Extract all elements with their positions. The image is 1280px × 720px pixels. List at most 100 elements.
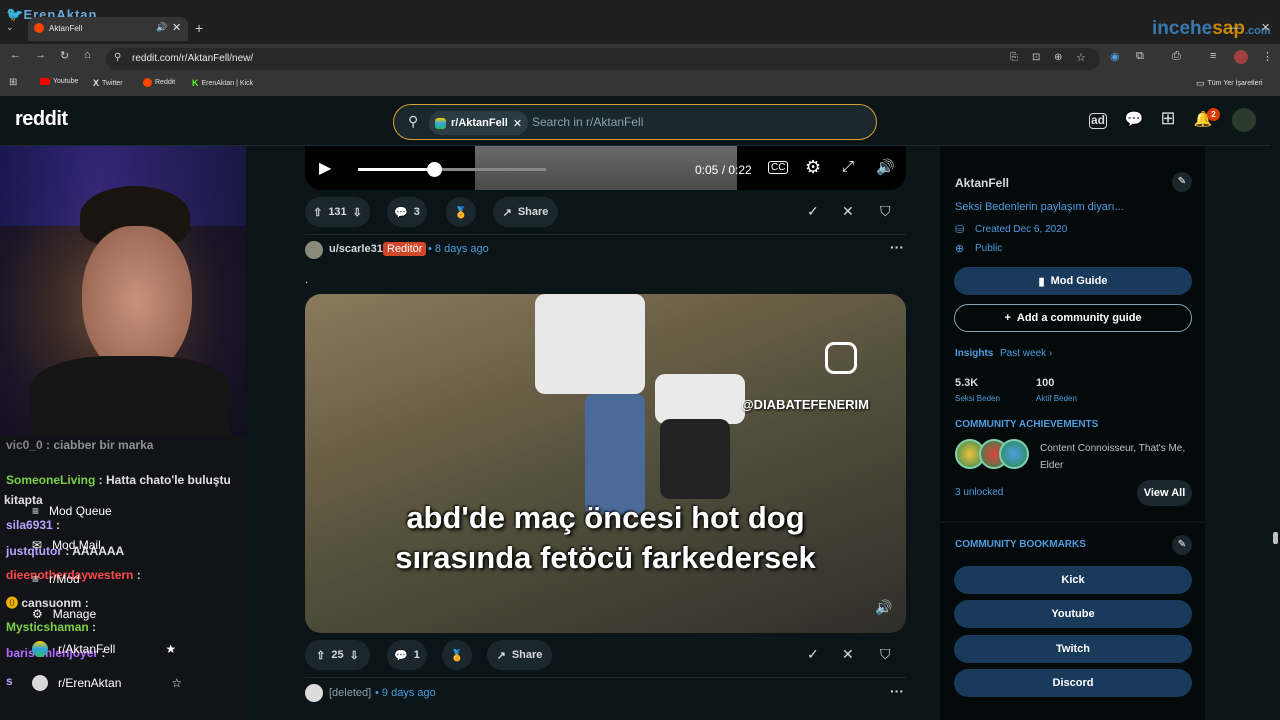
all-bookmarks[interactable]: ▭ Tüm Yer İşaretleri: [1196, 78, 1262, 89]
post1-vote[interactable]: ⇧ 131 ⇩: [305, 197, 370, 227]
play-icon[interactable]: ▶: [319, 158, 331, 178]
community-description: Seksi Bedenlerin paylaşım diyarı...: [955, 201, 1124, 213]
forward-icon[interactable]: →: [35, 49, 46, 61]
advertise-icon[interactable]: ad: [1089, 113, 1107, 129]
insights-period[interactable]: Past week ›: [1000, 348, 1052, 359]
youtube-icon: [40, 78, 50, 85]
post2-video[interactable]: @DIABATEFENERIM abd'de maç öncesi hot do…: [305, 294, 906, 633]
reading-list-icon[interactable]: ≡: [1210, 50, 1216, 62]
chat-message: s: [6, 674, 13, 688]
tab-list-icon[interactable]: ⌄: [6, 22, 14, 33]
reddit-logo[interactable]: reddit: [15, 108, 68, 131]
nav-mod-mail[interactable]: ✉ Mod Mail: [32, 538, 101, 552]
post2-author[interactable]: u/scarle31: [329, 243, 383, 255]
post2-author-avatar[interactable]: [305, 241, 323, 259]
close-tab-icon[interactable]: ✕: [172, 21, 181, 34]
printer-icon[interactable]: ⎙: [1172, 50, 1181, 63]
user-avatar[interactable]: [1232, 108, 1256, 132]
approve-check-icon[interactable]: ✓: [807, 203, 819, 220]
new-tab-button[interactable]: +: [195, 20, 203, 36]
address-bar[interactable]: ⚲ reddit.com/r/AktanFell/new/ ⎘ ⊡ ⊕ ☆: [106, 48, 1100, 70]
share-icon: ↗: [496, 649, 506, 662]
search-bar[interactable]: ⚲ r/AktanFell ✕ Search in r/AktanFell: [393, 104, 877, 140]
browser-tab[interactable]: AktanFell 🔊 ✕: [28, 17, 188, 41]
extension-icon[interactable]: ◉: [1110, 50, 1120, 63]
puzzle-icon[interactable]: ⧉: [1136, 50, 1144, 63]
site-info-icon[interactable]: ⚲: [114, 52, 121, 63]
mod-guide-button[interactable]: ▮ Mod Guide: [954, 267, 1192, 295]
bookmark-reddit[interactable]: Reddit: [143, 78, 175, 87]
downvote-icon[interactable]: ⇩: [353, 206, 362, 219]
upvote-icon[interactable]: ⇧: [313, 206, 322, 219]
bookmarks-bar: ⊞ Youtube X Twitter Reddit K ErenAktan | K…: [0, 72, 1280, 96]
favorite-star-outline-icon[interactable]: ☆: [171, 676, 182, 690]
minimize-icon[interactable]: —: [1230, 22, 1241, 34]
mod-shield-icon[interactable]: ⛉: [880, 646, 891, 663]
bookmark-star-icon[interactable]: ☆: [1076, 51, 1086, 64]
nav-manage[interactable]: ⚙ Manage: [32, 607, 96, 621]
bookmark-link-kick[interactable]: Kick: [954, 566, 1192, 594]
post3-more-options-icon[interactable]: ···: [890, 683, 904, 699]
install-icon[interactable]: ⊡: [1032, 52, 1040, 63]
bookmark-kick[interactable]: K ErenAktan | Kick: [192, 78, 253, 88]
chip-close-icon[interactable]: ✕: [513, 117, 522, 130]
nav-r-mod[interactable]: ≡ r/Mod: [32, 572, 80, 586]
scrollbar-thumb[interactable]: [1273, 532, 1278, 544]
fullscreen-icon[interactable]: ⤢: [842, 158, 854, 175]
nav-community-erenaktan[interactable]: r/ErenAktan ☆: [32, 675, 182, 691]
home-icon[interactable]: ⌂: [84, 49, 91, 61]
bookmark-youtube[interactable]: Youtube: [40, 78, 78, 85]
nav-mod-queue[interactable]: ≡ Mod Queue: [32, 504, 112, 518]
mod-queue-icon: ≡: [32, 504, 40, 518]
nav-community-aktanfell[interactable]: r/AktanFell ★: [32, 641, 176, 657]
bookmark-link-youtube[interactable]: Youtube: [954, 600, 1192, 628]
translate-icon[interactable]: ⎘: [1010, 52, 1018, 63]
progress-track[interactable]: [434, 168, 546, 171]
post2-comments-button[interactable]: 💬 1: [387, 640, 427, 670]
mod-shield-icon[interactable]: ⛉: [880, 203, 891, 220]
volume-icon[interactable]: 🔊: [876, 158, 895, 176]
url-text: reddit.com/r/AktanFell/new/: [132, 53, 254, 64]
chat-icon[interactable]: 💬: [1123, 110, 1145, 132]
bookmark-twitter[interactable]: X Twitter: [93, 78, 123, 88]
instagram-icon: [825, 342, 857, 374]
post2-more-options-icon[interactable]: ···: [890, 239, 904, 255]
bookmark-link-discord[interactable]: Discord: [954, 669, 1192, 697]
add-community-guide-button[interactable]: + Add a community guide: [954, 304, 1192, 332]
upvote-icon[interactable]: ⇧: [316, 649, 325, 662]
post2-share-button[interactable]: ↗ Share: [487, 640, 552, 670]
post1-share-button[interactable]: ↗ Share: [493, 197, 558, 227]
favorite-star-filled-icon[interactable]: ★: [165, 642, 176, 656]
insights-label[interactable]: Insights: [955, 348, 993, 359]
edit-pencil-icon[interactable]: ✎: [1172, 172, 1192, 192]
post2-award-button[interactable]: 🏅: [442, 640, 472, 670]
remove-x-icon[interactable]: ✕: [842, 646, 854, 663]
zoom-icon[interactable]: ⊕: [1054, 52, 1062, 63]
view-all-button[interactable]: View All: [1137, 480, 1192, 506]
post1-video-player[interactable]: ▶ 0:05 / 0:22 CC ⚙ ⤢ 🔊: [305, 146, 906, 190]
remove-x-icon[interactable]: ✕: [842, 203, 854, 220]
edit-bookmarks-pencil-icon[interactable]: ✎: [1172, 535, 1192, 555]
profile-avatar[interactable]: [1234, 50, 1248, 64]
video-person-jeans: [585, 394, 645, 514]
menu-dots-icon[interactable]: ⋮: [1262, 50, 1273, 63]
close-window-icon[interactable]: ✕: [1261, 21, 1270, 34]
create-post-icon[interactable]: ⊞: [1157, 108, 1179, 130]
bookmark-link-twitch[interactable]: Twitch: [954, 635, 1192, 663]
post1-award-button[interactable]: 🏅: [446, 197, 476, 227]
post1-comments-button[interactable]: 💬 3: [387, 197, 427, 227]
audio-icon[interactable]: 🔊: [156, 22, 167, 33]
approve-check-icon[interactable]: ✓: [807, 646, 819, 663]
search-community-chip[interactable]: r/AktanFell ✕: [429, 111, 529, 135]
downvote-icon[interactable]: ⇩: [350, 649, 359, 662]
captions-icon[interactable]: CC: [768, 161, 789, 174]
created-date: Created Dec 6, 2020: [975, 224, 1068, 235]
reload-icon[interactable]: ↻: [60, 49, 69, 62]
progress-handle[interactable]: [427, 162, 442, 177]
apps-grid-icon[interactable]: ⊞: [9, 77, 17, 88]
post2-vote[interactable]: ⇧ 25 ⇩: [305, 640, 370, 670]
back-icon[interactable]: ←: [10, 49, 21, 61]
mute-icon[interactable]: 🔊: [875, 599, 892, 616]
page-scrollbar[interactable]: [1270, 96, 1280, 720]
settings-gear-icon[interactable]: ⚙: [805, 157, 821, 178]
